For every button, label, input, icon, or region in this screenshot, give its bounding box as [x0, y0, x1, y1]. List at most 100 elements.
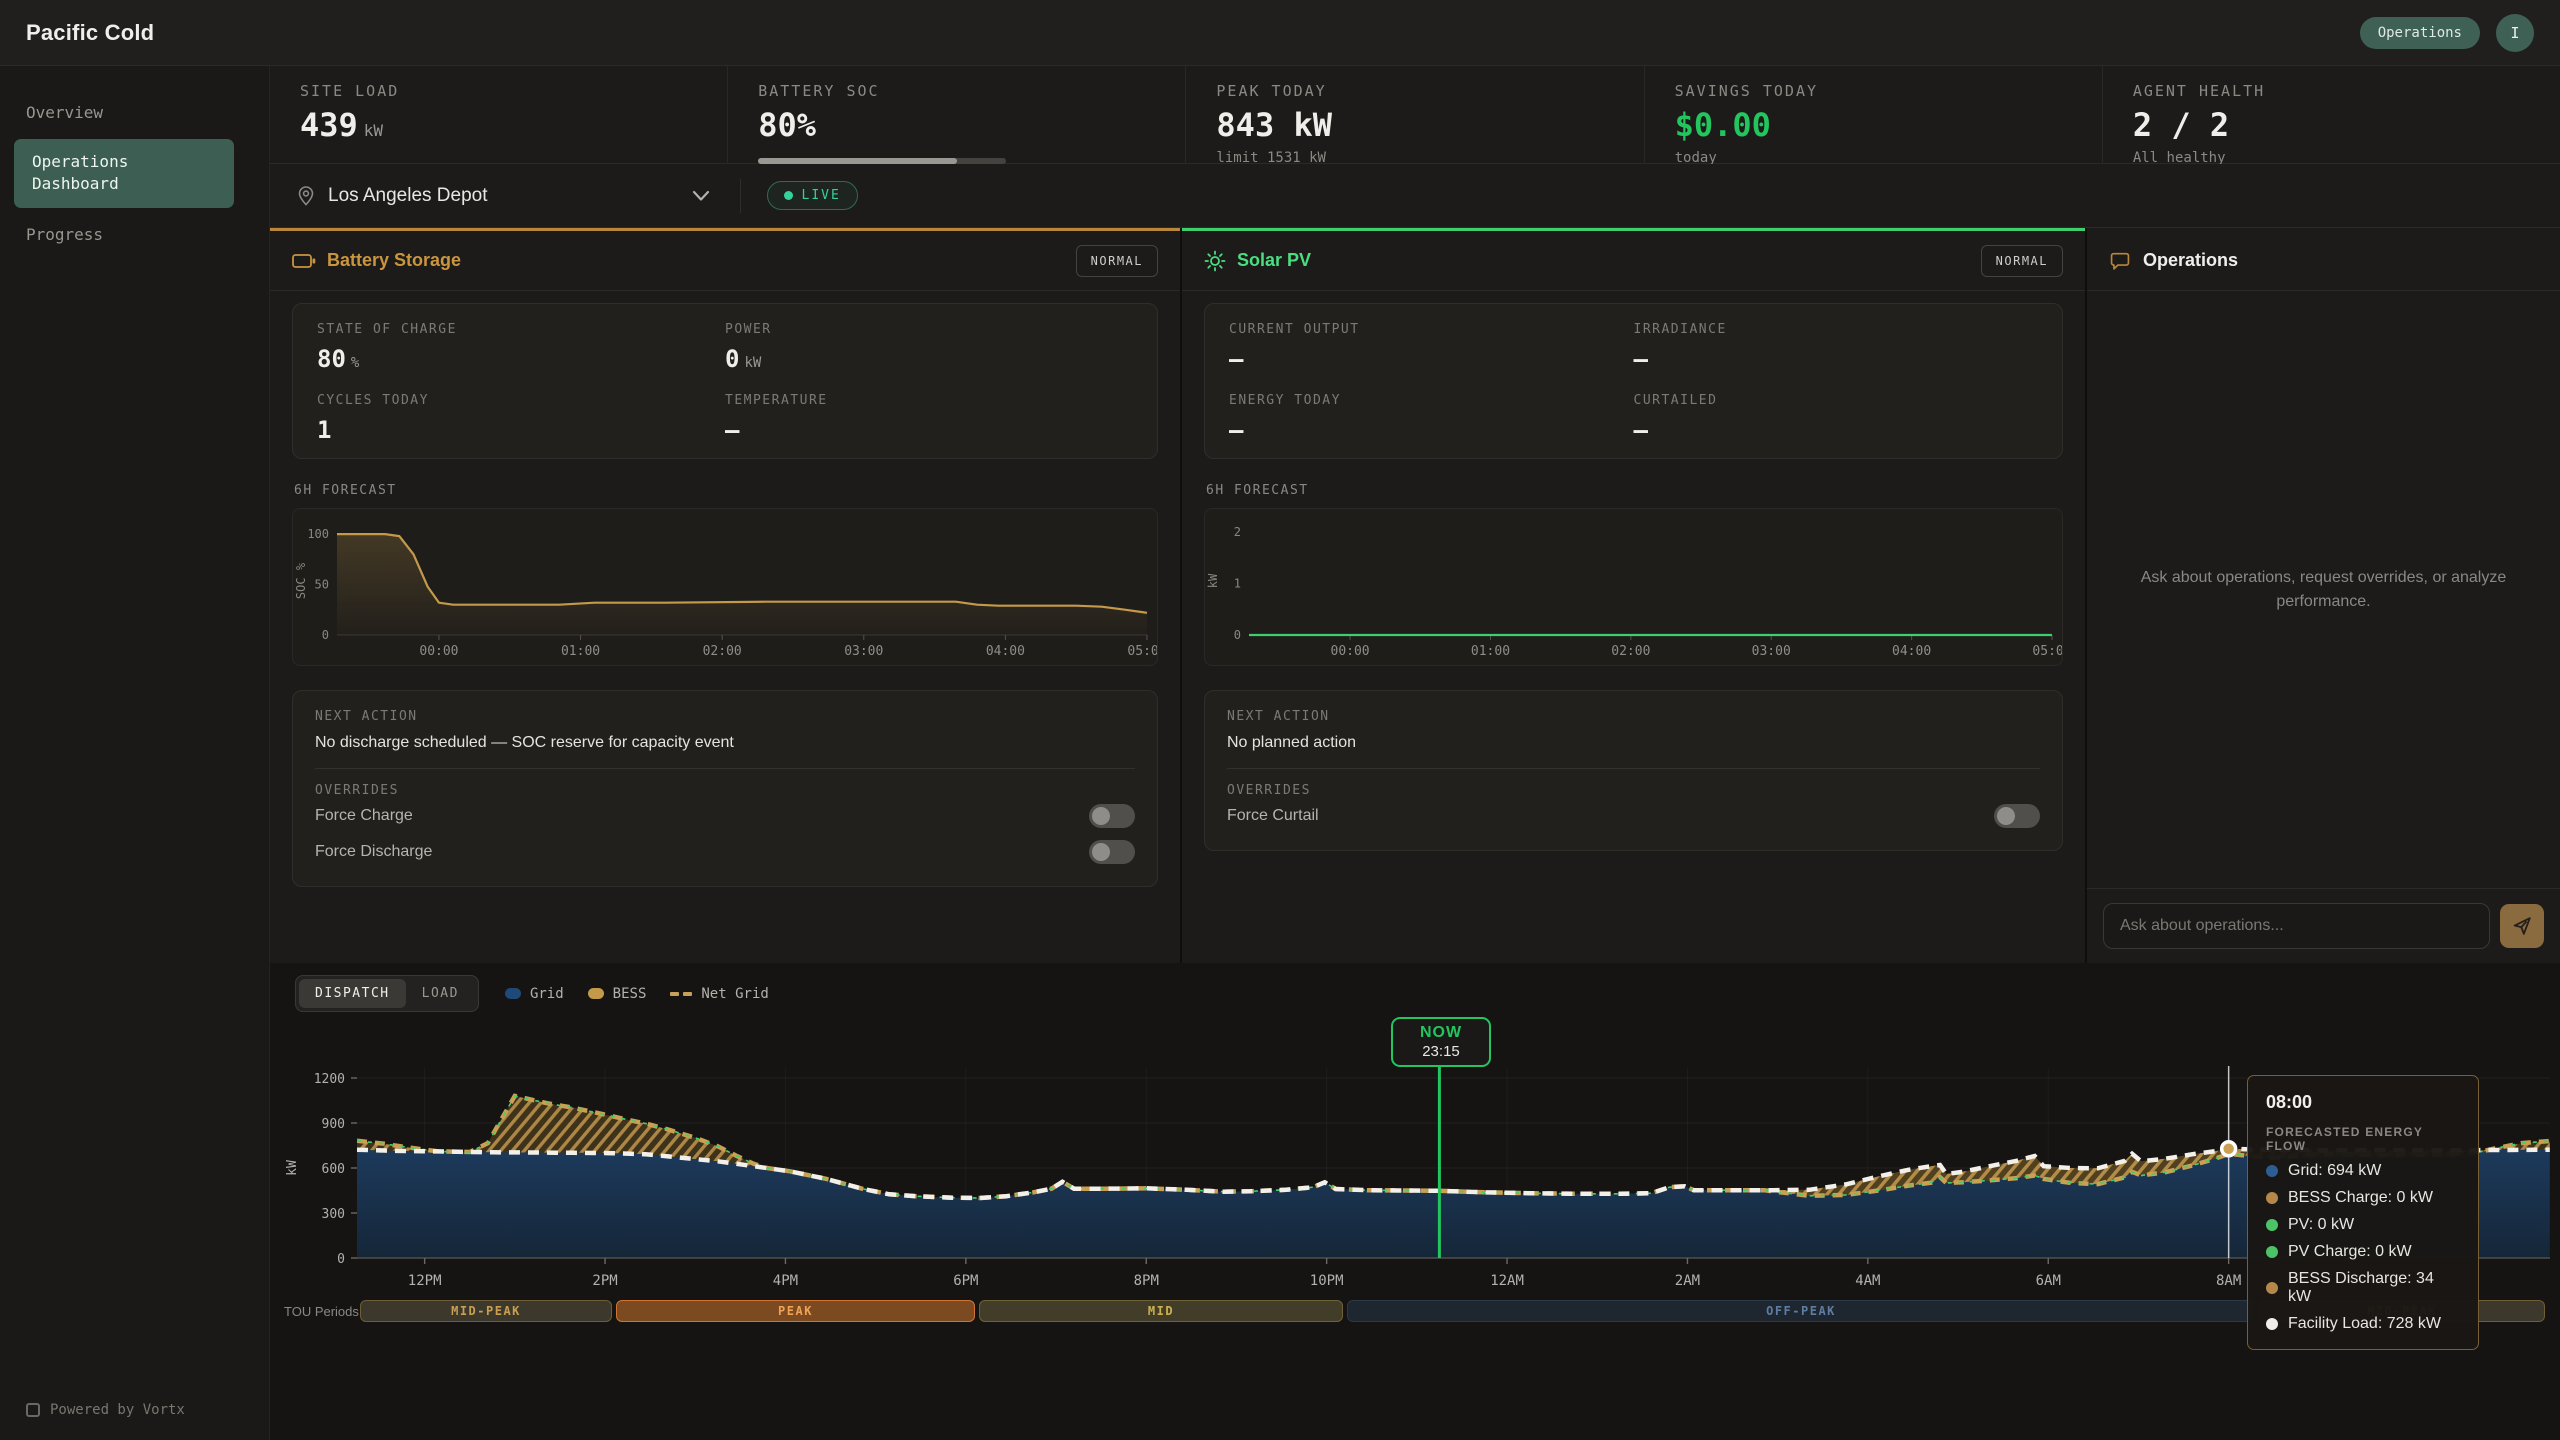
- grid-import-area: [357, 1150, 2550, 1258]
- divider: [1227, 768, 2040, 769]
- legend-label: BESS: [613, 986, 647, 1002]
- next-action-text: No planned action: [1227, 734, 2040, 752]
- x-tick-label: 10PM: [1310, 1273, 1344, 1289]
- operations-chat-panel: Operations Ask about operations, request…: [2087, 228, 2560, 963]
- stat-label: CURRENT OUTPUT: [1229, 322, 1634, 337]
- y-tick-label: 600: [322, 1162, 345, 1177]
- overrides-label: OVERRIDES: [1227, 783, 2040, 798]
- kpi-label: AGENT HEALTH: [2133, 82, 2560, 100]
- kpi-row: SITE LOAD 439kW BATTERY SOC 80% PEAK TOD…: [270, 66, 2560, 164]
- battery-card-title: Battery Storage: [327, 250, 461, 271]
- legend-item-bess[interactable]: BESS: [588, 986, 647, 1002]
- legend-item-net-grid[interactable]: Net Grid: [670, 986, 768, 1002]
- solar-forecast-chart[interactable]: 012kW00:0001:0002:0003:0004:0005:00: [1204, 508, 2063, 666]
- divider: [315, 768, 1135, 769]
- chat-panel-title: Operations: [2143, 250, 2238, 271]
- solar-card-body: CURRENT OUTPUT — IRRADIANCE — ENERGY TOD…: [1182, 291, 2085, 851]
- powered-by-label: Powered by Vortx: [50, 1402, 185, 1418]
- stat-value: —: [1634, 345, 2039, 373]
- user-avatar[interactable]: I: [2496, 14, 2534, 52]
- force-curtail-toggle[interactable]: [1994, 804, 2040, 828]
- now-time: 23:15: [1422, 1043, 1460, 1060]
- next-action-label: NEXT ACTION: [315, 709, 1135, 724]
- y-axis-label: SOC %: [294, 562, 308, 599]
- stat-label: POWER: [725, 322, 1133, 337]
- site-selector-row: Los Angeles Depot LIVE: [270, 164, 2560, 228]
- chat-input[interactable]: [2103, 903, 2490, 949]
- live-status-badge: LIVE: [767, 181, 858, 210]
- x-tick-label: 00:00: [419, 644, 458, 659]
- battery-icon: [292, 253, 316, 269]
- x-tick-label: 05:00: [1127, 644, 1157, 659]
- stat-label: CURTAILED: [1634, 393, 2039, 408]
- override-label: Force Discharge: [315, 843, 1089, 861]
- series-dot: [2266, 1282, 2278, 1294]
- toggle-knob: [1997, 807, 2015, 825]
- sidebar-item-overview[interactable]: Overview: [0, 92, 269, 133]
- stat-value: —: [725, 416, 1133, 444]
- stat-state-of-charge: STATE OF CHARGE 80%: [317, 322, 725, 373]
- chat-panel-header: Operations: [2087, 231, 2560, 291]
- legend-label: Net Grid: [701, 986, 768, 1002]
- battery-forecast-chart[interactable]: 050100SOC %00:0001:0002:0003:0004:0005:0…: [292, 508, 1158, 666]
- solar-stats-panel: CURRENT OUTPUT — IRRADIANCE — ENERGY TOD…: [1204, 303, 2063, 459]
- chat-bubble-icon: [2109, 250, 2131, 272]
- kpi-label: BATTERY SOC: [758, 82, 1185, 100]
- tooltip-row-text: BESS Charge: 0 kW: [2288, 1189, 2433, 1207]
- app-root: Pacific Cold Operations I Overview Opera…: [0, 0, 2560, 1440]
- stat-label: ENERGY TODAY: [1229, 393, 1634, 408]
- tooltip-rows: Grid: 694 kWBESS Charge: 0 kWPV: 0 kWPV …: [2266, 1162, 2460, 1333]
- tooltip-row: Grid: 694 kW: [2266, 1162, 2460, 1180]
- legend-label: Grid: [530, 986, 564, 1002]
- legend-swatch: [505, 988, 521, 999]
- toggle-knob: [1092, 843, 1110, 861]
- tooltip-row-text: BESS Discharge: 34 kW: [2288, 1270, 2460, 1306]
- tooltip-row-text: PV Charge: 0 kW: [2288, 1243, 2412, 1261]
- tooltip-row-text: Grid: 694 kW: [2288, 1162, 2381, 1180]
- tooltip-heading: FORECASTED ENERGY FLOW: [2266, 1125, 2460, 1153]
- paper-plane-icon: [2511, 915, 2533, 937]
- stat-irradiance: IRRADIANCE —: [1634, 322, 2039, 373]
- override-force-charge: Force Charge: [315, 798, 1135, 834]
- override-force-curtail: Force Curtail: [1227, 798, 2040, 834]
- tooltip-row: Facility Load: 728 kW: [2266, 1315, 2460, 1333]
- tou-periods-bar: TOU Periods MID-PEAKPEAKMIDOFF-PEAKMID-P…: [270, 1300, 2560, 1324]
- kpi-value: $0.00: [1675, 106, 2102, 144]
- stat-value: 0kW: [725, 345, 1133, 373]
- stat-value: —: [1229, 416, 1634, 444]
- battery-storage-card: Battery Storage NORMAL STATE OF CHARGE 8…: [270, 228, 1180, 963]
- dispatch-section: DISPATCH LOAD GridBESSNet Grid NOW 23:15…: [270, 963, 2560, 1440]
- tou-segment-off-peak: OFF-PEAK: [1347, 1300, 2255, 1322]
- kpi-peak-today: PEAK TODAY 843 kW limit 1531 kW: [1185, 66, 1643, 163]
- legend-swatch: [670, 992, 692, 996]
- stat-temperature: TEMPERATURE —: [725, 393, 1133, 444]
- y-tick-label: 0: [337, 1252, 345, 1267]
- override-force-discharge: Force Discharge: [315, 834, 1135, 870]
- solar-forecast-svg: 012kW00:0001:0002:0003:0004:0005:00: [1205, 509, 2062, 665]
- x-tick-label: 4AM: [1855, 1273, 1880, 1289]
- next-action-label: NEXT ACTION: [1227, 709, 2040, 724]
- x-tick-label: 02:00: [703, 644, 742, 659]
- kpi-value: 2 / 2: [2133, 106, 2560, 144]
- x-tick-label: 01:00: [561, 644, 600, 659]
- x-tick-label: 12PM: [408, 1273, 442, 1289]
- chat-empty-message: Ask about operations, request overrides,…: [2129, 566, 2518, 614]
- force-discharge-toggle[interactable]: [1089, 840, 1135, 864]
- sidebar-item-progress[interactable]: Progress: [0, 214, 269, 255]
- chevron-down-icon[interactable]: [692, 190, 710, 202]
- x-tick-label: 6PM: [953, 1273, 978, 1289]
- stat-curtailed: CURTAILED —: [1634, 393, 2039, 444]
- y-tick-label: 2: [1234, 525, 1241, 539]
- sidebar-item-operations-dashboard[interactable]: Operations Dashboard: [14, 139, 234, 208]
- map-pin-icon: [296, 185, 316, 207]
- role-badge[interactable]: Operations: [2360, 17, 2480, 49]
- stat-label: STATE OF CHARGE: [317, 322, 725, 337]
- override-label: Force Curtail: [1227, 807, 1994, 825]
- battery-card-header: Battery Storage NORMAL: [270, 231, 1180, 291]
- x-tick-label: 05:00: [2032, 644, 2062, 659]
- force-charge-toggle[interactable]: [1089, 804, 1135, 828]
- legend-item-grid[interactable]: Grid: [505, 986, 564, 1002]
- site-name[interactable]: Los Angeles Depot: [328, 185, 488, 207]
- send-button[interactable]: [2500, 904, 2544, 948]
- y-tick-label: 0: [322, 628, 329, 642]
